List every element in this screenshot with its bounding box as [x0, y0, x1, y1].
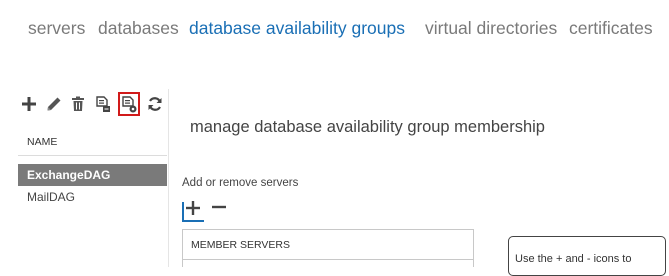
- add-remove-label: Add or remove servers: [182, 177, 299, 189]
- toolbar: [20, 92, 168, 116]
- column-header-name[interactable]: NAME: [27, 136, 57, 148]
- properties-button[interactable]: [94, 94, 112, 114]
- tooltip: Use the + and - icons to: [508, 236, 666, 276]
- pane-divider: [168, 89, 169, 267]
- new-button[interactable]: [20, 94, 38, 114]
- tab-database-availability-groups[interactable]: database availability groups: [189, 18, 405, 39]
- tooltip-text: Use the + and - icons to: [515, 253, 632, 265]
- list-item[interactable]: ExchangeDAG: [18, 164, 167, 186]
- tab-databases[interactable]: databases: [98, 18, 179, 39]
- minus-icon: [211, 199, 227, 220]
- manage-membership-button[interactable]: [118, 92, 140, 116]
- tab-virtual-directories[interactable]: virtual directories: [425, 18, 557, 39]
- focus-indicator: [182, 220, 204, 222]
- delete-button[interactable]: [69, 94, 87, 114]
- member-servers-list[interactable]: MEMBER SERVERS: [182, 229, 474, 267]
- refresh-icon: [147, 96, 163, 112]
- remove-server-button[interactable]: [208, 198, 230, 220]
- manage-membership-icon: [121, 95, 137, 113]
- header-divider: [18, 155, 167, 156]
- document-properties-icon: [95, 95, 111, 113]
- add-server-button[interactable]: [182, 198, 204, 222]
- refresh-button[interactable]: [146, 94, 164, 114]
- edit-button[interactable]: [45, 94, 63, 114]
- plus-icon: [21, 96, 37, 112]
- tab-certificates[interactable]: certificates: [569, 18, 653, 39]
- pencil-icon: [46, 96, 62, 112]
- list-item[interactable]: MailDAG: [18, 186, 167, 208]
- tab-servers[interactable]: servers: [28, 18, 85, 39]
- members-divider: [183, 259, 473, 260]
- panel-title: manage database availability group membe…: [190, 118, 545, 136]
- plus-icon: [185, 200, 201, 221]
- trash-icon: [71, 96, 85, 112]
- focus-indicator: [182, 202, 184, 222]
- member-servers-header: MEMBER SERVERS: [191, 239, 290, 251]
